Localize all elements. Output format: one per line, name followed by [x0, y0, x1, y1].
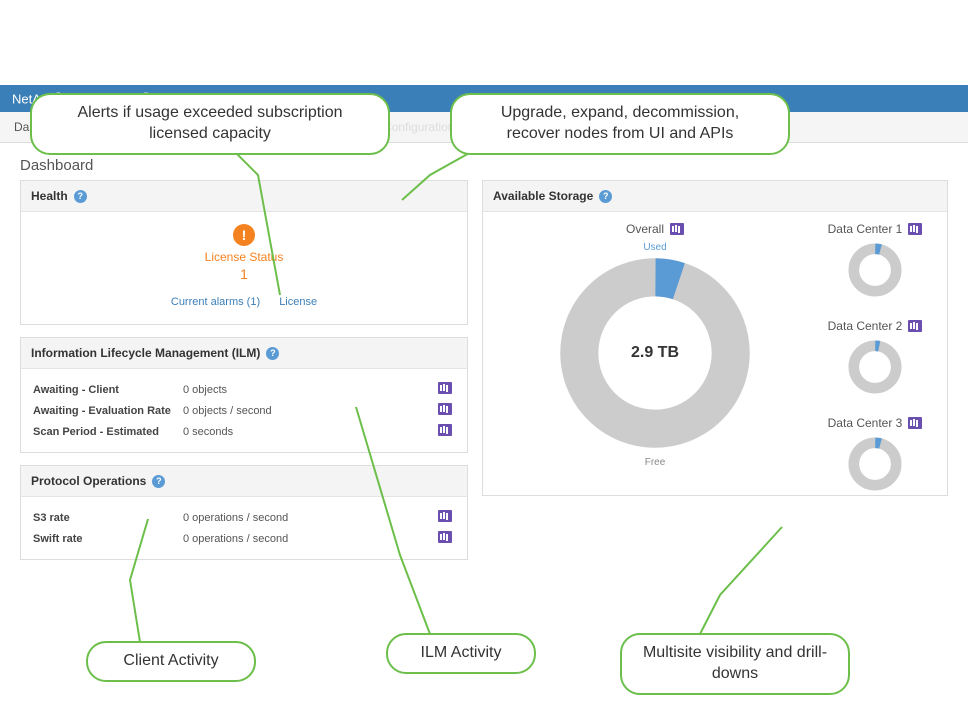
ilm-row: Awaiting - Client 0 objects — [33, 379, 455, 400]
annotation-maintenance: Upgrade, expand, decommission, recover n… — [450, 93, 790, 155]
donut-total-label: 2.9 TB — [555, 253, 755, 453]
protocol-panel: Protocol Operations ? S3 rate 0 operatio… — [20, 465, 468, 560]
legend-free: Free — [495, 457, 815, 468]
health-panel-header: Health ? — [21, 181, 467, 212]
license-status-label: License Status — [21, 250, 467, 264]
alert-badge-icon[interactable]: ! — [233, 224, 255, 246]
dc-label: Data Center 1 — [828, 222, 903, 236]
chart-icon[interactable] — [908, 223, 922, 235]
ilm-row: Scan Period - Estimated 0 seconds — [33, 421, 455, 442]
ilm-panel: Information Lifecycle Management (ILM) ?… — [20, 337, 468, 453]
storage-panel-header: Available Storage ? — [483, 181, 947, 212]
protocol-row: S3 rate 0 operations / second — [33, 507, 455, 528]
chart-icon[interactable] — [908, 320, 922, 332]
protocol-panel-header: Protocol Operations ? — [21, 466, 467, 497]
chart-icon[interactable] — [438, 510, 452, 522]
ilm-panel-header: Information Lifecycle Management (ILM) ? — [21, 338, 467, 369]
chart-icon[interactable] — [438, 531, 452, 543]
dc-label: Data Center 3 — [828, 416, 903, 430]
annotation-multisite: Multisite visibility and drill-downs — [620, 633, 850, 695]
dc1-donut-chart[interactable] — [847, 242, 903, 298]
storage-panel: Available Storage ? Overall Used 2.9 TB … — [482, 180, 948, 496]
dc-label: Data Center 2 — [828, 319, 903, 333]
legend-used: Used — [495, 242, 815, 253]
overall-label: Overall — [626, 222, 664, 236]
info-icon[interactable]: ? — [74, 190, 87, 203]
chart-icon[interactable] — [670, 223, 684, 235]
annotation-client: Client Activity — [86, 641, 256, 682]
protocol-row: Swift rate 0 operations / second — [33, 528, 455, 549]
chart-icon[interactable] — [908, 417, 922, 429]
annotation-alerts: Alerts if usage exceeded subscription li… — [30, 93, 390, 155]
link-license[interactable]: License — [279, 296, 317, 308]
info-icon[interactable]: ? — [152, 475, 165, 488]
link-current-alarms[interactable]: Current alarms (1) — [171, 296, 260, 308]
chart-icon[interactable] — [438, 403, 452, 415]
license-status-count: 1 — [21, 266, 467, 282]
health-panel: Health ? ! License Status 1 Current alar… — [20, 180, 468, 325]
info-icon[interactable]: ? — [599, 190, 612, 203]
chart-icon[interactable] — [438, 424, 452, 436]
chart-icon[interactable] — [438, 382, 452, 394]
dc3-donut-chart[interactable] — [847, 436, 903, 492]
ilm-row: Awaiting - Evaluation Rate 0 objects / s… — [33, 400, 455, 421]
annotation-ilm: ILM Activity — [386, 633, 536, 674]
info-icon[interactable]: ? — [266, 347, 279, 360]
dc2-donut-chart[interactable] — [847, 339, 903, 395]
